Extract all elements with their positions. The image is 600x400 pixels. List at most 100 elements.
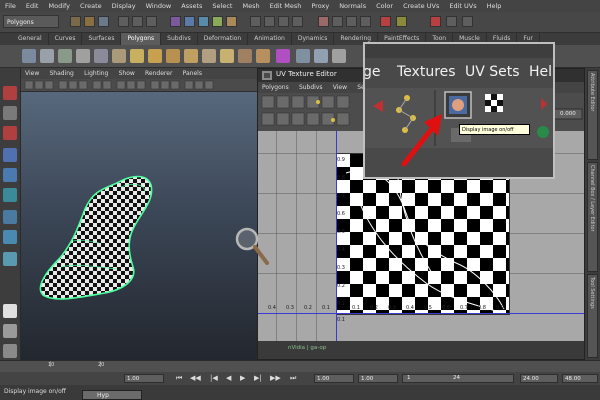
- separate-icon[interactable]: [148, 49, 162, 63]
- open-scene-icon[interactable]: [84, 16, 95, 27]
- mode-selector[interactable]: Polygons: [3, 15, 59, 28]
- go-to-end-icon[interactable]: ⏭: [290, 374, 296, 383]
- viewport-menu-lighting[interactable]: Lighting: [80, 70, 112, 77]
- history-icon[interactable]: [318, 16, 329, 27]
- range-slider[interactable]: 1 24: [402, 374, 514, 383]
- poly-cube-icon[interactable]: [40, 49, 54, 63]
- callout-menu-uv-sets[interactable]: UV Sets: [465, 64, 520, 80]
- menu-display[interactable]: Display: [107, 0, 141, 12]
- menu-edit[interactable]: Edit: [21, 0, 44, 12]
- range-start-field[interactable]: 1.00: [314, 374, 354, 383]
- menu-create-uvs[interactable]: Create UVs: [398, 0, 444, 12]
- menu-color[interactable]: Color: [371, 0, 398, 12]
- step-back-icon[interactable]: ◀◀: [190, 374, 201, 382]
- callout-menu-textures[interactable]: Textures: [397, 64, 456, 80]
- viewport-menu-view[interactable]: View: [21, 70, 43, 77]
- perspective-viewport[interactable]: View Shading Lighting Show Renderer Pane…: [21, 68, 261, 360]
- menu-normals[interactable]: Normals: [334, 0, 371, 12]
- render-frame-icon[interactable]: [332, 16, 343, 27]
- bevel-icon[interactable]: [296, 49, 310, 63]
- move-tool-icon[interactable]: [3, 148, 17, 162]
- pick-mask-icon[interactable]: [170, 16, 181, 27]
- menu-proxy[interactable]: Proxy: [306, 0, 334, 12]
- extrude-icon[interactable]: [220, 49, 234, 63]
- current-time-field[interactable]: 1.00: [124, 374, 164, 383]
- shelf-tab-subdivs[interactable]: Subdivs: [161, 33, 198, 45]
- lasso-tool-icon[interactable]: [3, 106, 17, 120]
- menu-edit-uvs[interactable]: Edit UVs: [444, 0, 481, 12]
- menu-edit-mesh[interactable]: Edit Mesh: [265, 0, 307, 12]
- viewport-menu-panels[interactable]: Panels: [179, 70, 206, 77]
- select-component-icon[interactable]: [146, 16, 157, 27]
- play-forwards-icon[interactable]: ▶: [240, 374, 245, 382]
- outliner-layout-icon[interactable]: [3, 344, 17, 358]
- layout-two-icon[interactable]: [3, 324, 17, 338]
- poly-cylinder-icon[interactable]: [58, 49, 72, 63]
- snap-grid-icon[interactable]: [250, 16, 261, 27]
- rotate-tool-icon[interactable]: [3, 168, 17, 182]
- manipulator-icon[interactable]: [3, 210, 17, 224]
- layout-four-icon[interactable]: [3, 304, 17, 318]
- menu-file[interactable]: File: [0, 0, 21, 12]
- combine-icon[interactable]: [130, 49, 144, 63]
- menu-help[interactable]: Help: [482, 0, 507, 12]
- go-to-start-icon[interactable]: ⏮: [176, 374, 182, 383]
- bridge-icon[interactable]: [238, 49, 252, 63]
- tab-tool-settings[interactable]: Tool Settings: [587, 274, 598, 358]
- mask-vertex-icon[interactable]: [184, 16, 195, 27]
- shelf-tab-general[interactable]: General: [0, 33, 49, 45]
- split-icon[interactable]: [314, 49, 328, 63]
- scale-tool-icon[interactable]: [3, 188, 17, 202]
- play-backwards-icon[interactable]: ◀: [226, 374, 231, 382]
- input-line-icon[interactable]: [396, 16, 407, 27]
- snap-curve-icon[interactable]: [264, 16, 275, 27]
- uv-mesh-object[interactable]: [21, 91, 261, 360]
- viewport-menu-renderer[interactable]: Renderer: [141, 70, 176, 77]
- append-polygon-icon[interactable]: [256, 49, 270, 63]
- shelf-tab-dynamics[interactable]: Dynamics: [292, 33, 335, 45]
- step-forward-icon[interactable]: ▶▶: [270, 374, 281, 382]
- select-hierarchy-icon[interactable]: [118, 16, 129, 27]
- menu-modify[interactable]: Modify: [43, 0, 75, 12]
- poly-sphere-icon[interactable]: [22, 49, 36, 63]
- fill-hole-icon[interactable]: [202, 49, 216, 63]
- callout-menu-image[interactable]: ge: [365, 64, 381, 80]
- paint-select-icon[interactable]: [3, 126, 17, 140]
- shelf-tab-curves[interactable]: Curves: [49, 33, 83, 45]
- smooth-icon[interactable]: [184, 49, 198, 63]
- extract-icon[interactable]: [166, 49, 180, 63]
- uv-value-field[interactable]: 0.000: [560, 111, 576, 117]
- menu-window[interactable]: Window: [141, 0, 177, 12]
- uv-menu-subdivs[interactable]: Subdivs: [295, 84, 327, 91]
- menu-create[interactable]: Create: [75, 0, 107, 12]
- mask-edge-icon[interactable]: [198, 16, 209, 27]
- viewport-menu-show[interactable]: Show: [115, 70, 139, 77]
- poly-cube-purple-icon[interactable]: [276, 49, 290, 63]
- uv-menu-view[interactable]: View: [329, 84, 351, 91]
- tab-channel-box[interactable]: Channel Box / Layer Editor: [587, 162, 598, 272]
- shelf-tab-deformation[interactable]: Deformation: [198, 33, 249, 45]
- snap-point-icon[interactable]: [278, 16, 289, 27]
- step-back-frame-icon[interactable]: |◀: [210, 374, 218, 382]
- menu-select[interactable]: Select: [207, 0, 237, 12]
- select-tool-icon[interactable]: [3, 86, 17, 100]
- uv-menu-polygons[interactable]: Polygons: [258, 84, 293, 91]
- render-settings-icon[interactable]: [360, 16, 371, 27]
- callout-menu-help[interactable]: Help: [529, 64, 553, 80]
- tool-settings-icon[interactable]: [446, 16, 457, 27]
- new-scene-icon[interactable]: [70, 16, 81, 27]
- poly-cone-icon[interactable]: [76, 49, 90, 63]
- poly-torus-icon[interactable]: [112, 49, 126, 63]
- tab-attribute-editor[interactable]: Attribute Editor: [587, 70, 598, 160]
- channel-box-icon[interactable]: [462, 16, 473, 27]
- menu-mesh[interactable]: Mesh: [237, 0, 264, 12]
- shelf-tab-animation[interactable]: Animation: [248, 33, 292, 45]
- minimized-window-tab[interactable]: Hyp: [82, 390, 142, 400]
- shelf-tab-surfaces[interactable]: Surfaces: [82, 33, 122, 45]
- range-end-field[interactable]: 24.00: [520, 374, 558, 383]
- save-scene-icon[interactable]: [98, 16, 109, 27]
- step-forward-frame-icon[interactable]: ▶|: [254, 374, 262, 382]
- shelf-tab-polygons[interactable]: Polygons: [121, 33, 162, 45]
- mask-uv-icon[interactable]: [226, 16, 237, 27]
- menu-assets[interactable]: Assets: [176, 0, 207, 12]
